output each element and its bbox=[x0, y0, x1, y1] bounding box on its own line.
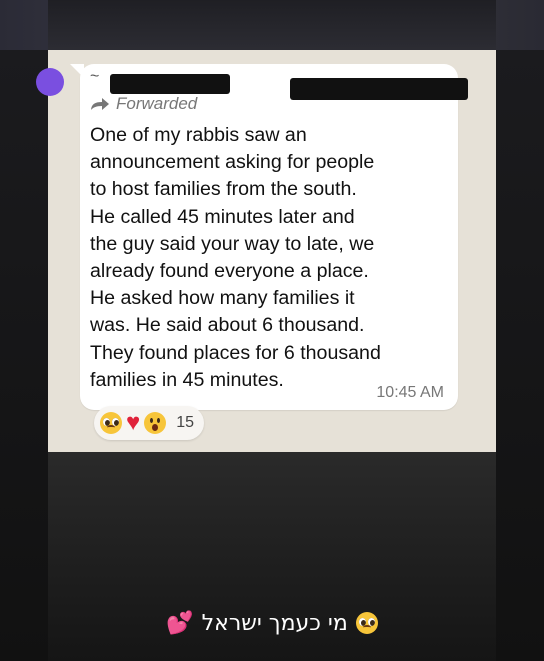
reactions-pill[interactable]: ♥ 15 bbox=[94, 406, 205, 440]
sender-mark: ~ bbox=[90, 68, 100, 85]
two-hearts-icon: 💕 bbox=[166, 610, 194, 635]
top-strip bbox=[48, 0, 496, 50]
story-caption: 💕 מי כעמך ישראל bbox=[48, 610, 496, 636]
redacted-sender-phone bbox=[290, 78, 468, 100]
message-timestamp: 10:45 AM bbox=[376, 384, 444, 401]
pleading-face-icon bbox=[100, 412, 122, 434]
forwarded-indicator: Forwarded bbox=[90, 94, 197, 114]
forward-arrow-icon bbox=[91, 98, 109, 110]
chat-screenshot: ~ Forwarded One of my rabbis saw an anno… bbox=[36, 50, 496, 452]
caption-text: מי כעמך ישראל bbox=[201, 610, 348, 636]
avatar bbox=[36, 68, 64, 96]
redacted-sender-name bbox=[110, 74, 230, 94]
pleading-face-icon bbox=[355, 612, 378, 634]
message-bubble[interactable]: ~ Forwarded One of my rabbis saw an anno… bbox=[70, 64, 468, 410]
reaction-count: 15 bbox=[176, 414, 195, 431]
left-margin bbox=[0, 50, 48, 661]
message-text: One of my rabbis saw an announcement ask… bbox=[90, 124, 381, 391]
bubble-tail bbox=[70, 64, 84, 78]
right-margin bbox=[496, 50, 544, 661]
red-heart-icon: ♥ bbox=[126, 409, 141, 436]
open-mouth-face-icon bbox=[144, 412, 167, 434]
story-caption-area: 💕 מי כעמך ישראל bbox=[48, 452, 496, 661]
forwarded-label: Forwarded bbox=[116, 94, 198, 113]
